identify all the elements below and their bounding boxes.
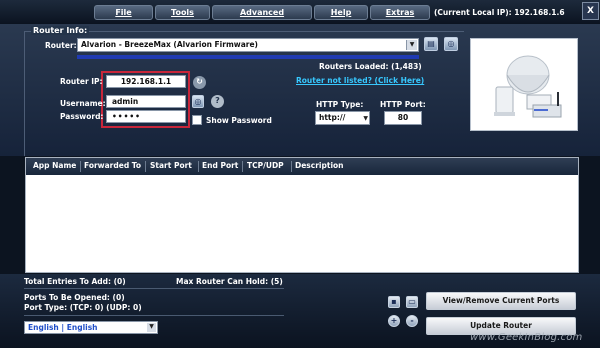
close-button[interactable]: X — [582, 2, 599, 20]
port-type: Port Type: (TCP: 0) (UDP: 0) — [24, 303, 142, 312]
column-forwarded-to[interactable]: Forwarded To — [84, 161, 141, 170]
advanced-menu[interactable]: Advanced — [212, 5, 312, 20]
column-separator — [291, 161, 292, 172]
save-icon[interactable]: ▪ — [388, 296, 400, 308]
password-input[interactable]: ••••• — [106, 110, 186, 123]
menu-bar: File Tools Advanced Help Extras (Current… — [0, 0, 600, 24]
router-ip-input[interactable]: 192.168.1.1 — [106, 75, 186, 88]
router-info-panel: Router Info: Router: Alvarion - BreezeMa… — [0, 24, 600, 156]
chevron-down-icon: ▼ — [406, 40, 417, 50]
document-icon[interactable]: ▤ — [424, 37, 438, 51]
view-remove-ports-button[interactable]: View/Remove Current Ports — [426, 292, 576, 310]
language-value: English | English — [28, 323, 98, 332]
chevron-down-icon: ▼ — [147, 323, 156, 332]
column-start-port[interactable]: Start Port — [150, 161, 192, 170]
http-type-value: http:// — [319, 113, 346, 122]
help-icon[interactable]: ? — [211, 95, 224, 108]
column-separator — [242, 161, 243, 172]
extras-menu[interactable]: Extras — [370, 5, 430, 20]
globe-icon[interactable]: ◎ — [192, 95, 204, 108]
routers-loaded: Routers Loaded: (1,483) — [319, 62, 422, 71]
column-tcp-udp[interactable]: TCP/UDP — [247, 161, 284, 170]
router-select[interactable]: Alvarion - BreezeMax (Alvarion Firmware)… — [77, 38, 419, 52]
username-input[interactable]: admin — [106, 95, 186, 108]
help-menu[interactable]: Help — [314, 5, 368, 20]
column-separator — [145, 161, 146, 172]
router-not-listed-link[interactable]: Router not listed? (Click Here) — [296, 76, 424, 85]
http-port-input[interactable]: 80 — [384, 111, 422, 125]
show-password-checkbox[interactable] — [192, 115, 202, 125]
remove-entry-button[interactable]: - — [406, 315, 418, 327]
watermark: www.GeekInBlog.com — [470, 332, 583, 343]
divider — [24, 315, 284, 316]
max-router-hold: Max Router Can Hold: (5) — [176, 277, 283, 286]
column-separator — [198, 161, 199, 172]
total-entries: Total Entries To Add: (0) — [24, 277, 126, 286]
router-load-progress — [77, 55, 419, 59]
add-entry-button[interactable]: + — [388, 315, 400, 327]
refresh-icon[interactable]: ↻ — [193, 76, 206, 89]
router-select-value: Alvarion - BreezeMax (Alvarion Firmware) — [81, 40, 258, 49]
column-separator — [80, 161, 81, 172]
router-label: Router: — [45, 41, 77, 50]
current-local-ip: (Current Local IP): 192.168.1.6 — [434, 8, 565, 17]
router-info-legend: Router Info: — [31, 26, 90, 35]
router-image — [470, 38, 578, 131]
port-table[interactable]: App Name Forwarded To Start Port End Por… — [25, 157, 579, 273]
password-label: Password: — [60, 112, 104, 121]
http-type-label: HTTP Type: — [316, 100, 364, 109]
router-ip-label: Router IP: — [60, 77, 103, 86]
language-select[interactable]: English | English ▼ — [24, 321, 158, 334]
http-port-label: HTTP Port: — [380, 100, 426, 109]
file-menu[interactable]: File — [94, 5, 153, 20]
column-description[interactable]: Description — [295, 161, 344, 170]
chevron-down-icon: ▼ — [363, 115, 368, 122]
column-end-port[interactable]: End Port — [202, 161, 238, 170]
print-icon[interactable]: ▭ — [406, 296, 418, 308]
globe-icon[interactable]: ◎ — [444, 37, 458, 51]
column-app-name[interactable]: App Name — [33, 161, 76, 170]
divider — [24, 288, 284, 289]
show-password-label: Show Password — [206, 116, 272, 125]
username-label: Username: — [60, 99, 106, 108]
table-header: App Name Forwarded To Start Port End Por… — [26, 158, 578, 175]
ports-to-open: Ports To Be Opened: (0) — [24, 293, 125, 302]
tools-menu[interactable]: Tools — [155, 5, 210, 20]
http-type-select[interactable]: http:// ▼ — [315, 111, 370, 125]
